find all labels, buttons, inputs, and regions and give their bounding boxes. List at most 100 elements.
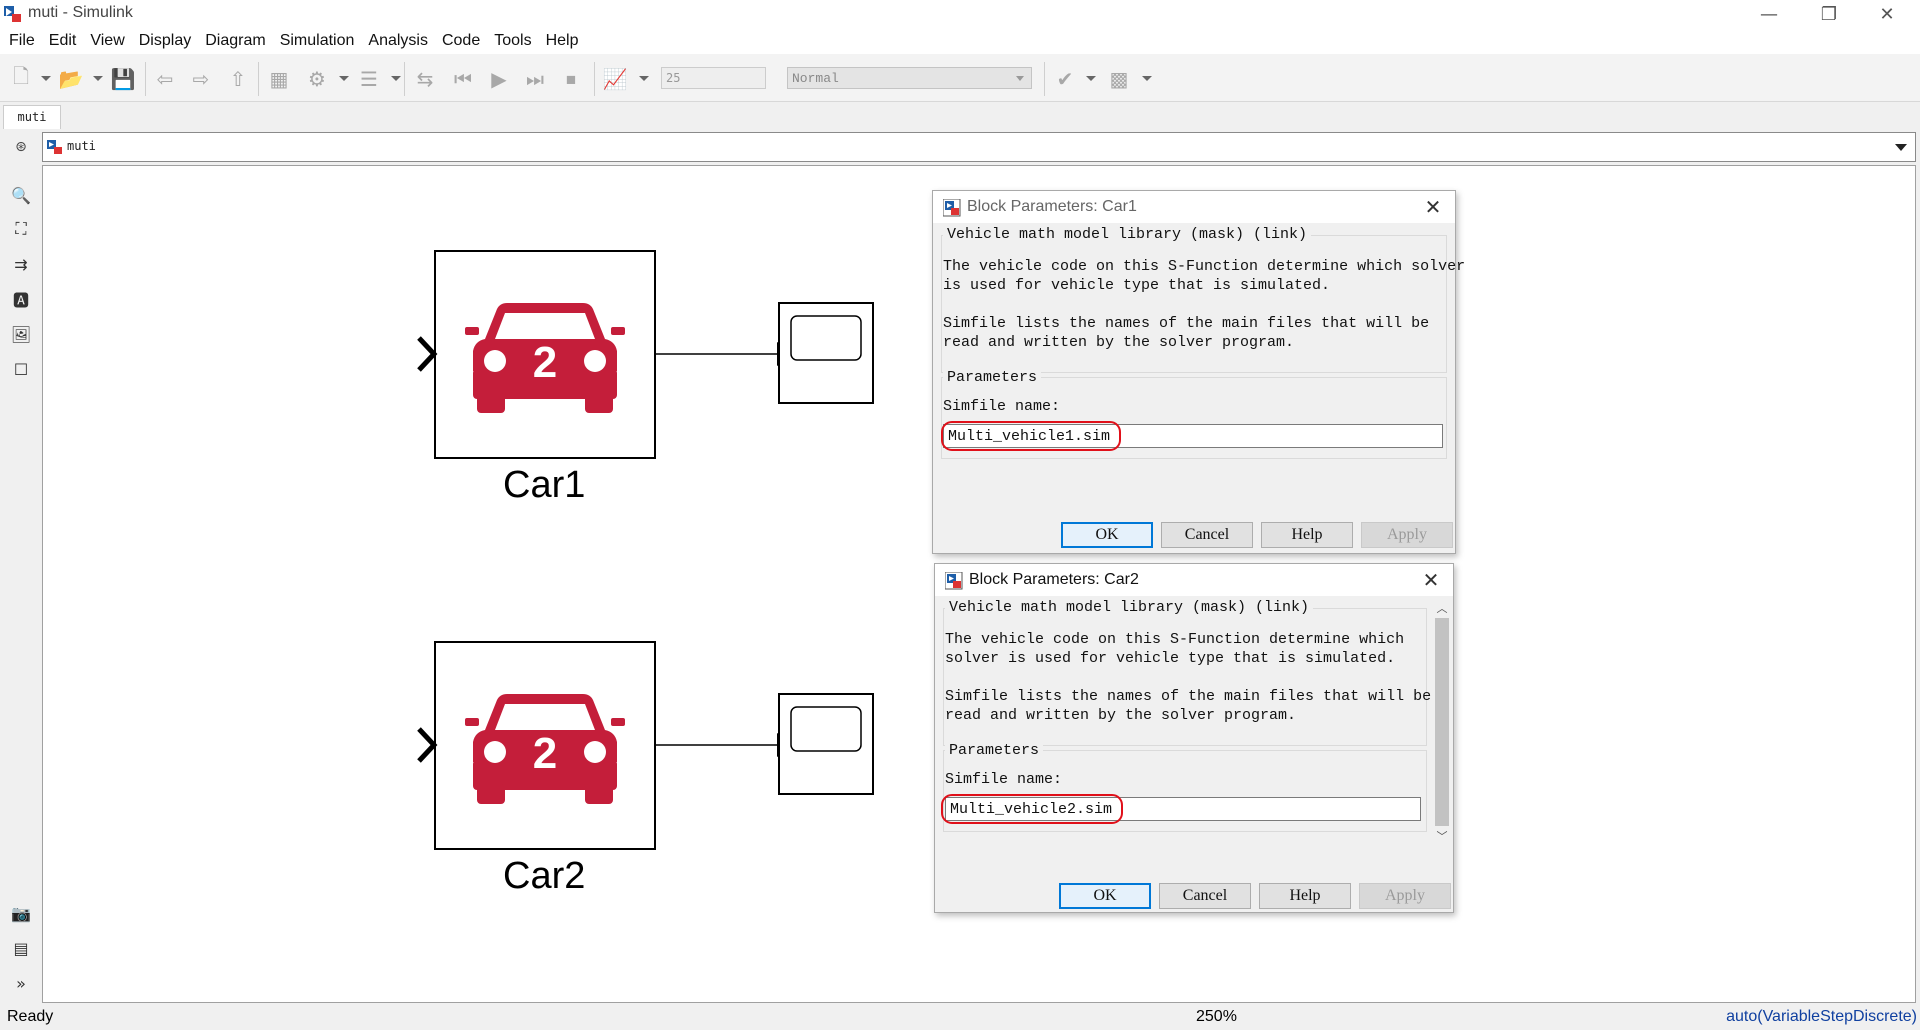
build-dropdown[interactable] <box>1142 76 1152 81</box>
menu-view[interactable]: View <box>83 28 131 54</box>
description-line: is used for vehicle type that is simulat… <box>943 277 1331 294</box>
model-explorer-icon[interactable]: ☰ <box>356 66 382 92</box>
help-button[interactable]: Help <box>1261 522 1353 548</box>
address-bar[interactable]: muti <box>42 132 1916 162</box>
vertical-scrollbar[interactable]: ︿ ﹀ <box>1433 600 1451 844</box>
block-car2[interactable]: 2 <box>417 641 656 850</box>
menu-diagram[interactable]: Diagram <box>198 28 272 54</box>
model-config-dropdown[interactable] <box>339 76 349 81</box>
run-icon[interactable]: ▶ <box>486 66 512 92</box>
address-path: muti <box>67 139 96 153</box>
minimize-button[interactable]: — <box>1740 0 1798 28</box>
window-title: muti - Simulink <box>28 4 133 21</box>
restore-button[interactable]: ❐ <box>1800 0 1858 28</box>
menu-code[interactable]: Code <box>435 28 487 54</box>
menu-file[interactable]: File <box>2 28 42 54</box>
ok-button[interactable]: OK <box>1061 522 1153 548</box>
toolbar-separator <box>258 62 259 96</box>
close-icon[interactable]: ✕ <box>1417 566 1445 594</box>
toolbar-separator <box>1044 62 1045 96</box>
expand-icon[interactable]: » <box>9 971 33 995</box>
red-highlight-annotation <box>941 421 1121 451</box>
open-dropdown[interactable] <box>93 76 103 81</box>
title-bar: muti - Simulink — ❐ ✕ <box>0 0 1920 28</box>
tab-muti[interactable]: muti <box>3 105 61 129</box>
simulation-mode-select[interactable]: Normal <box>787 67 1032 89</box>
new-model-dropdown[interactable] <box>41 76 51 81</box>
data-inspector-icon[interactable]: 📈 <box>602 66 628 92</box>
scope-block-2[interactable] <box>778 693 874 795</box>
scroll-up-icon[interactable]: ︿ <box>1433 600 1451 616</box>
description-line: The vehicle code on this S-Function dete… <box>945 631 1405 648</box>
model-icon <box>47 140 62 154</box>
car2-badge: 2 <box>533 729 557 778</box>
menu-display[interactable]: Display <box>132 28 198 54</box>
description-line: read and written by the solver program. <box>945 707 1297 724</box>
dialog-title-bar[interactable]: Block Parameters: Car2 ✕ <box>935 564 1453 596</box>
apply-button[interactable]: Apply <box>1359 883 1451 909</box>
check-dropdown[interactable] <box>1086 76 1096 81</box>
input-port[interactable] <box>417 336 438 372</box>
screenshot-icon[interactable]: 📷 <box>9 901 33 925</box>
description-line: The vehicle code on this S-Function dete… <box>943 258 1466 275</box>
menu-help[interactable]: Help <box>539 28 586 54</box>
save-icon[interactable]: 💾 <box>110 66 136 92</box>
simulation-mode-value: Normal <box>792 71 839 86</box>
model-config-icon[interactable]: ⚙ <box>304 66 330 92</box>
chevron-down-icon[interactable] <box>1895 144 1907 151</box>
close-icon[interactable]: ✕ <box>1419 193 1447 221</box>
toolbar-separator <box>594 62 595 96</box>
explorer-bar-icon[interactable]: ▤ <box>9 936 33 960</box>
build-icon[interactable]: ▩ <box>1106 66 1132 92</box>
scroll-thumb[interactable] <box>1435 618 1449 826</box>
fit-view-icon[interactable]: ⛶ <box>9 217 33 241</box>
block-car1[interactable]: 2 <box>417 250 656 459</box>
close-window-button[interactable]: ✕ <box>1858 0 1916 28</box>
scope-block-1[interactable] <box>778 302 874 404</box>
mask-description-group <box>941 235 1447 373</box>
menu-analysis[interactable]: Analysis <box>361 28 435 54</box>
ok-button[interactable]: OK <box>1059 883 1151 909</box>
hide-browser-icon[interactable]: ⊛ <box>11 137 31 157</box>
library-browser-icon[interactable]: ▦ <box>266 66 292 92</box>
step-back-icon[interactable]: ⏮ <box>450 66 476 92</box>
cancel-button[interactable]: Cancel <box>1159 883 1251 909</box>
area-icon[interactable]: ☐ <box>9 357 33 381</box>
simulink-app-icon <box>943 199 961 217</box>
cancel-button[interactable]: Cancel <box>1161 522 1253 548</box>
new-model-icon[interactable]: 🗋 <box>8 64 34 92</box>
annotation-icon[interactable]: 🅰 <box>9 287 33 311</box>
status-bar: Ready 250% auto(VariableStepDiscrete) <box>0 1003 1920 1030</box>
help-button[interactable]: Help <box>1259 883 1351 909</box>
step-forward-icon[interactable]: ⏭ <box>522 66 548 92</box>
car1-label: Car1 <box>503 464 586 506</box>
up-icon[interactable]: ⇧ <box>225 66 251 92</box>
image-icon[interactable]: 🖼 <box>9 322 33 346</box>
zoom-icon[interactable]: 🔍 <box>9 183 33 207</box>
menu-edit[interactable]: Edit <box>42 28 84 54</box>
forward-icon[interactable]: ⇨ <box>188 66 214 92</box>
zoom-level: 250% <box>1196 1008 1237 1025</box>
simulink-app-icon <box>4 6 21 22</box>
simulink-app-icon <box>945 572 963 590</box>
update-diagram-icon[interactable]: ⇆ <box>412 66 438 92</box>
toolbar-separator <box>145 62 146 96</box>
menu-simulation[interactable]: Simulation <box>273 28 362 54</box>
stop-time-input[interactable]: 25 <box>661 67 766 89</box>
input-port[interactable] <box>417 727 438 763</box>
scroll-down-icon[interactable]: ﹀ <box>1433 828 1451 844</box>
stop-icon[interactable]: ⏹ <box>558 66 584 92</box>
solver-link[interactable]: auto(VariableStepDiscrete) <box>1726 1008 1917 1026</box>
apply-button[interactable]: Apply <box>1361 522 1453 548</box>
car1-badge: 2 <box>533 338 557 387</box>
back-icon[interactable]: ⇦ <box>152 66 178 92</box>
toolbar-separator <box>404 62 405 96</box>
data-inspector-dropdown[interactable] <box>639 76 649 81</box>
dialog-title-bar[interactable]: Block Parameters: Car1 ✕ <box>933 191 1455 223</box>
arrow-icon[interactable]: ⇉ <box>9 252 33 276</box>
menu-tools[interactable]: Tools <box>487 28 538 54</box>
model-explorer-dropdown[interactable] <box>391 76 401 81</box>
open-icon[interactable]: 📂 <box>58 66 84 92</box>
mask-header: Vehicle math model library (mask) (link) <box>945 599 1314 616</box>
check-icon[interactable]: ✔ <box>1052 66 1078 92</box>
